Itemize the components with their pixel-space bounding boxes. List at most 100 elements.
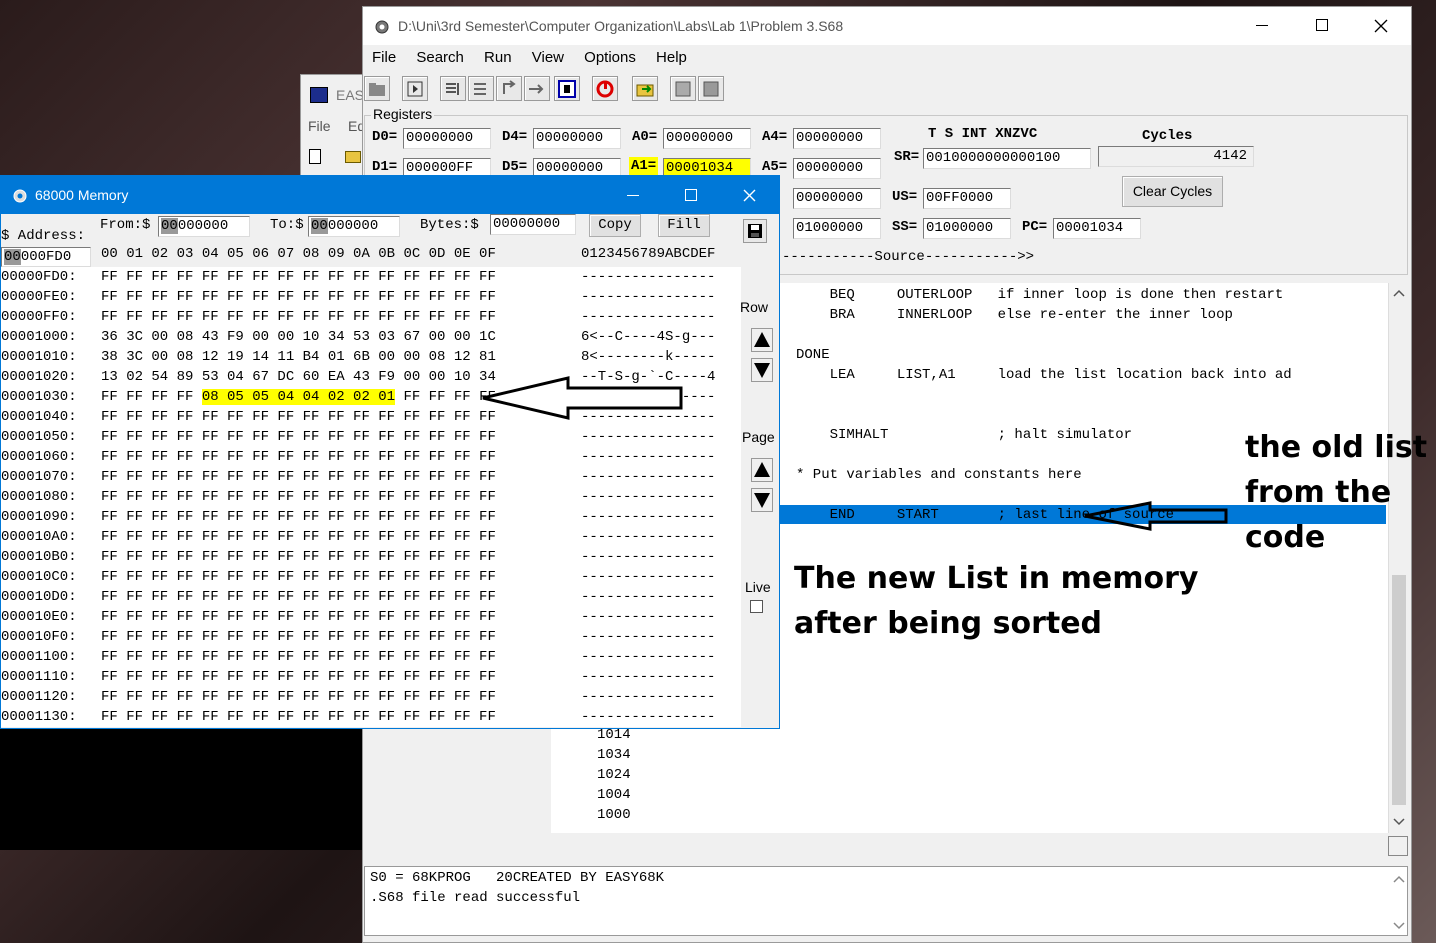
- arrow-old-list-icon: [1084, 501, 1228, 531]
- memory-bytes[interactable]: FF FF FF FF FF FF FF FF FF FF FF FF FF F…: [101, 407, 496, 427]
- live-checkbox[interactable]: [750, 600, 763, 613]
- d0-field[interactable]: 00000000: [403, 128, 491, 149]
- auto-trace-button[interactable]: [524, 76, 550, 101]
- pause-button[interactable]: [554, 76, 580, 101]
- memory-bytes[interactable]: FF FF FF FF FF FF FF FF FF FF FF FF FF F…: [101, 547, 496, 567]
- memory-address: 000010D0:: [1, 589, 77, 605]
- memory-bytes[interactable]: FF FF FF FF FF FF FF FF FF FF FF FF FF F…: [101, 427, 496, 447]
- memory-bytes[interactable]: FF FF FF FF FF FF FF FF FF FF FF FF FF F…: [101, 447, 496, 467]
- menu-view[interactable]: View: [532, 49, 564, 66]
- maximize-button[interactable]: [685, 189, 697, 201]
- close-icon[interactable]: [743, 189, 756, 202]
- trace-into-button[interactable]: [468, 76, 494, 101]
- log-stop-button[interactable]: [698, 76, 724, 101]
- stack-value: 1004: [597, 787, 631, 803]
- row-down-button[interactable]: [751, 358, 773, 382]
- source-line[interactable]: BRA INNERLOOP else re-enter the inner lo…: [796, 305, 1233, 325]
- open-file-button[interactable]: [364, 76, 390, 101]
- minimize-button[interactable]: [627, 195, 639, 196]
- output-scroll-down-icon[interactable]: [1393, 922, 1405, 930]
- memory-bytes[interactable]: FF FF FF FF 08 05 05 04 04 02 02 01 FF F…: [101, 387, 496, 407]
- a0-field[interactable]: 00000000: [663, 128, 751, 149]
- memory-bytes[interactable]: FF FF FF FF FF FF FF FF FF FF FF FF FF F…: [101, 627, 496, 647]
- minimize-button[interactable]: [1256, 25, 1268, 26]
- memory-address: 00000FF0:: [1, 309, 77, 325]
- d0-label: D0=: [372, 129, 398, 145]
- log-start-button[interactable]: [670, 76, 696, 101]
- memory-bytes[interactable]: FF FF FF FF FF FF FF FF FF FF FF FF FF F…: [101, 687, 496, 707]
- step-over-button[interactable]: [440, 76, 466, 101]
- source-line[interactable]: LEA LIST,A1 load the list location back …: [796, 365, 1292, 385]
- close-icon[interactable]: [1374, 19, 1388, 33]
- memory-bytes[interactable]: FF FF FF FF FF FF FF FF FF FF FF FF FF F…: [101, 287, 496, 307]
- row-up-button[interactable]: [751, 328, 773, 352]
- page-down-button[interactable]: [751, 488, 773, 512]
- us-field[interactable]: 00FF0000: [923, 188, 1011, 209]
- memory-window: 68000 Memory From:$ 00000000 To:$ 000000…: [0, 175, 780, 729]
- memory-address: 00001000:: [1, 329, 77, 345]
- source-line[interactable]: BEQ OUTERLOOP if inner loop is done then…: [796, 285, 1284, 305]
- memory-bytes[interactable]: 38 3C 00 08 12 19 14 11 B4 01 6B 00 00 0…: [101, 347, 496, 367]
- sr-field[interactable]: 0010000000000100: [923, 148, 1091, 169]
- gear-icon: [375, 20, 389, 34]
- d4-field[interactable]: 00000000: [533, 128, 621, 149]
- menu-file[interactable]: File: [308, 118, 331, 134]
- memory-bytes[interactable]: FF FF FF FF FF FF FF FF FF FF FF FF FF F…: [101, 507, 496, 527]
- memory-bytes[interactable]: FF FF FF FF FF FF FF FF FF FF FF FF FF F…: [101, 267, 496, 287]
- scroll-down-icon[interactable]: [1393, 818, 1405, 826]
- from-field[interactable]: 00000000: [158, 216, 250, 237]
- menu-file[interactable]: File: [372, 49, 396, 66]
- a5-label: A5=: [762, 159, 788, 175]
- memory-bytes[interactable]: FF FF FF FF FF FF FF FF FF FF FF FF FF F…: [101, 587, 496, 607]
- reset-program-button[interactable]: [592, 76, 618, 101]
- address-field[interactable]: 00000FD0: [1, 247, 91, 267]
- memory-bytes[interactable]: FF FF FF FF FF FF FF FF FF FF FF FF FF F…: [101, 607, 496, 627]
- menu-search[interactable]: Search: [416, 49, 464, 66]
- memory-bytes[interactable]: FF FF FF FF FF FF FF FF FF FF FF FF FF F…: [101, 667, 496, 687]
- source-line[interactable]: * Put variables and constants here: [796, 465, 1082, 485]
- to-field[interactable]: 00000000: [308, 216, 400, 237]
- output-scroll-up-icon[interactable]: [1393, 875, 1405, 883]
- menu-help[interactable]: Help: [656, 49, 687, 66]
- run-to-cursor-button[interactable]: [496, 76, 522, 101]
- memory-bytes[interactable]: 13 02 54 89 53 04 67 DC 60 EA 43 F9 00 0…: [101, 367, 496, 387]
- pc-field[interactable]: 00001034: [1053, 218, 1141, 239]
- memory-bytes[interactable]: FF FF FF FF FF FF FF FF FF FF FF FF FF F…: [101, 567, 496, 587]
- bytes-field[interactable]: 00000000: [490, 214, 576, 235]
- pane-splitter[interactable]: [1388, 836, 1408, 856]
- scroll-thumb[interactable]: [1392, 575, 1406, 805]
- fill-button[interactable]: Fill: [658, 214, 710, 237]
- a6-field[interactable]: 00000000: [793, 188, 881, 209]
- reload-program-button[interactable]: [632, 76, 658, 101]
- source-line[interactable]: SIMHALT ; halt simulator: [796, 425, 1132, 445]
- page-up-button[interactable]: [751, 458, 773, 482]
- new-file-icon[interactable]: [309, 149, 321, 164]
- a7-field[interactable]: 01000000: [793, 218, 881, 239]
- menu-run[interactable]: Run: [484, 49, 512, 66]
- memory-bytes[interactable]: FF FF FF FF FF FF FF FF FF FF FF FF FF F…: [101, 307, 496, 327]
- memory-address: 000010F0:: [1, 629, 77, 645]
- scroll-up-icon[interactable]: [1393, 289, 1405, 297]
- memory-bytes[interactable]: 36 3C 00 08 43 F9 00 00 10 34 53 03 67 0…: [101, 327, 496, 347]
- source-line[interactable]: DONE: [796, 345, 830, 365]
- menu-options[interactable]: Options: [584, 49, 636, 66]
- memory-bytes[interactable]: FF FF FF FF FF FF FF FF FF FF FF FF FF F…: [101, 527, 496, 547]
- memory-address: 00001080:: [1, 489, 77, 505]
- run-button[interactable]: [402, 76, 428, 101]
- a5-field[interactable]: 00000000: [793, 158, 881, 179]
- memory-bytes[interactable]: FF FF FF FF FF FF FF FF FF FF FF FF FF F…: [101, 707, 496, 727]
- save-button[interactable]: [743, 219, 767, 243]
- memory-bytes[interactable]: FF FF FF FF FF FF FF FF FF FF FF FF FF F…: [101, 467, 496, 487]
- clear-cycles-button[interactable]: Clear Cycles: [1122, 176, 1223, 207]
- copy-button[interactable]: Copy: [589, 214, 641, 237]
- stack-value: 1034: [597, 747, 631, 763]
- memory-ascii: 8<--------k-----: [581, 349, 716, 365]
- memory-bytes[interactable]: FF FF FF FF FF FF FF FF FF FF FF FF FF F…: [101, 647, 496, 667]
- maximize-button[interactable]: [1316, 19, 1328, 31]
- a4-field[interactable]: 00000000: [793, 128, 881, 149]
- open-folder-icon[interactable]: [345, 151, 361, 163]
- ss-field[interactable]: 01000000: [923, 218, 1011, 239]
- folder-icon: [369, 83, 385, 96]
- hex-grid: 00000FD0: FF FF FF FF FF FF FF FF FF FF F…: [1, 267, 741, 727]
- memory-bytes[interactable]: FF FF FF FF FF FF FF FF FF FF FF FF FF F…: [101, 487, 496, 507]
